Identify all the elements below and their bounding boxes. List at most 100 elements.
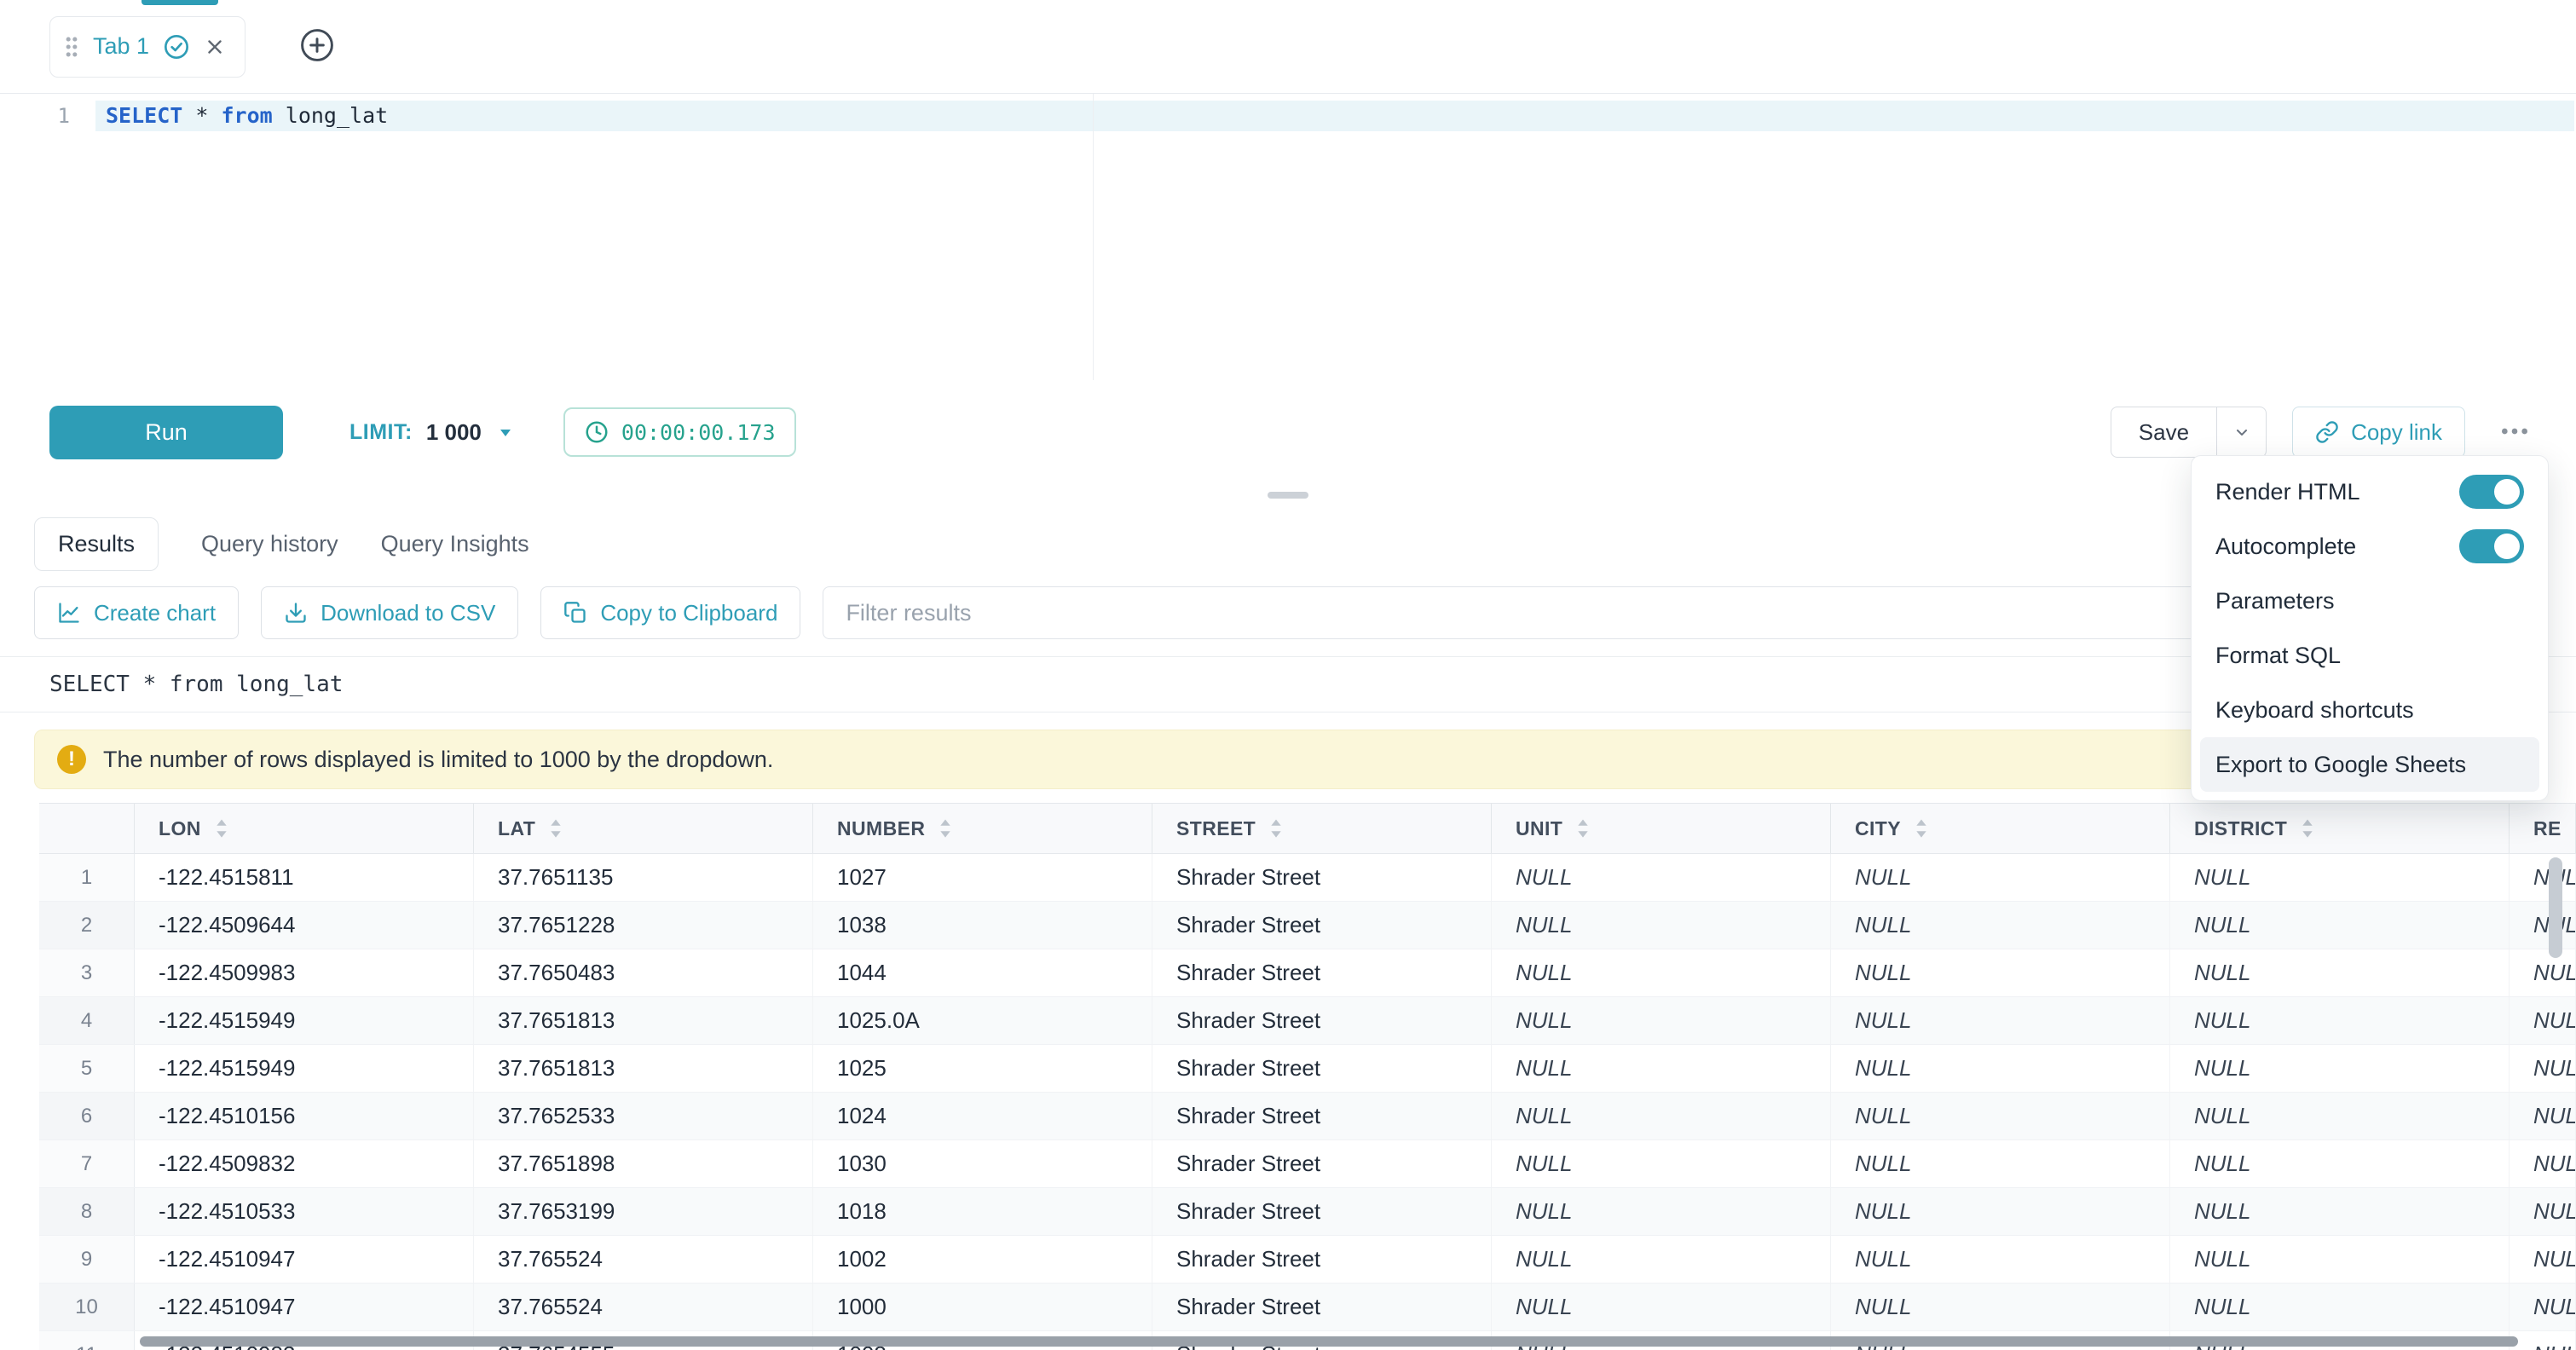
column-header-label: CITY: [1855, 817, 1901, 840]
editor-tab-1[interactable]: Tab 1: [49, 16, 245, 78]
table-cell: NULL: [2170, 1236, 2510, 1283]
column-header-lat[interactable]: LAT: [474, 804, 813, 853]
table-cell: Shrader Street: [1152, 902, 1492, 949]
column-header-lon[interactable]: LON: [135, 804, 474, 853]
column-header-number[interactable]: NUMBER: [813, 804, 1152, 853]
menu-item-label: Keyboard shortcuts: [2215, 697, 2414, 724]
table-row[interactable]: 4-122.451594937.76518131025.0AShrader St…: [39, 997, 2576, 1045]
copy-clipboard-button[interactable]: Copy to Clipboard: [540, 586, 800, 639]
table-cell: NULL: [2170, 902, 2510, 949]
download-csv-button[interactable]: Download to CSV: [261, 586, 518, 639]
menu-item-format-sql[interactable]: Format SQL: [2200, 628, 2539, 683]
menu-item-autocomplete[interactable]: Autocomplete: [2200, 519, 2539, 574]
save-options-button[interactable]: [2217, 407, 2267, 458]
more-options-button[interactable]: [2498, 414, 2532, 451]
table-row[interactable]: 10-122.451094737.7655241000Shrader Stree…: [39, 1284, 2576, 1331]
table-cell: 37.7653199: [474, 1188, 813, 1235]
column-header-re[interactable]: RE: [2510, 804, 2576, 853]
table-cell: Shrader Street: [1152, 1284, 1492, 1330]
table-row[interactable]: 7-122.450983237.76518981030Shrader Stree…: [39, 1140, 2576, 1188]
table-cell: NULL: [2170, 1045, 2510, 1092]
splitter-drag-handle[interactable]: [1268, 492, 1308, 499]
table-cell: NULL: [1831, 902, 2170, 949]
column-header-unit[interactable]: UNIT: [1492, 804, 1831, 853]
table-row[interactable]: 1-122.451581137.76511351027Shrader Stree…: [39, 854, 2576, 902]
table-row[interactable]: 8-122.451053337.76531991018Shrader Stree…: [39, 1188, 2576, 1236]
menu-item-render-html[interactable]: Render HTML: [2200, 464, 2539, 519]
table-cell: NULL: [2510, 902, 2576, 949]
close-tab-icon[interactable]: [204, 36, 226, 58]
table-row[interactable]: 9-122.451094737.7655241002Shrader Street…: [39, 1236, 2576, 1284]
column-header-label: DISTRICT: [2194, 817, 2287, 840]
warning-icon: !: [57, 745, 86, 774]
column-header-street[interactable]: STREET: [1152, 804, 1492, 853]
table-cell: 1044: [813, 949, 1152, 996]
sort-icon[interactable]: [213, 817, 230, 839]
table-cell: NULL: [2170, 1093, 2510, 1139]
menu-item-parameters[interactable]: Parameters: [2200, 574, 2539, 628]
column-header-district[interactable]: DISTRICT: [2170, 804, 2510, 853]
link-icon: [2315, 420, 2339, 444]
drag-handle-icon: [64, 35, 79, 59]
executed-query-bar: SELECT * from long_lat: [0, 656, 2576, 712]
run-button[interactable]: Run: [49, 406, 283, 459]
table-cell: Shrader Street: [1152, 1140, 1492, 1187]
table-cell: NULL: [1492, 949, 1831, 996]
table-row[interactable]: 3-122.450998337.76504831044Shrader Stree…: [39, 949, 2576, 997]
table-header-row: LON LATNUMBERSTREETUNIT CITY DISTRICT RE: [39, 803, 2576, 854]
timer-value: 00:00:00.173: [621, 420, 776, 445]
tab-results[interactable]: Results: [34, 517, 159, 571]
panel-splitter: [0, 484, 2576, 506]
table-cell: 1002: [813, 1236, 1152, 1283]
horizontal-scrollbar-thumb[interactable]: [140, 1336, 2518, 1347]
sort-icon[interactable]: [937, 817, 954, 839]
copy-link-button[interactable]: Copy link: [2292, 407, 2465, 458]
copy-clipboard-label: Copy to Clipboard: [600, 600, 777, 626]
line-number: 1: [58, 104, 70, 128]
table-cell: 37.7651135: [474, 854, 813, 901]
table-row[interactable]: 5-122.451594937.76518131025Shrader Stree…: [39, 1045, 2576, 1093]
table-cell: 37.7651898: [474, 1140, 813, 1187]
check-circle-icon: [163, 33, 190, 61]
toggle-switch[interactable]: [2459, 475, 2524, 509]
vertical-scrollbar-thumb[interactable]: [2549, 857, 2562, 958]
results-tab-bar: Results Query history Query Insights: [0, 506, 2576, 573]
sort-icon[interactable]: [1268, 817, 1285, 839]
editor-pane-divider: [1093, 94, 1094, 380]
menu-item-keyboard-shortcuts[interactable]: Keyboard shortcuts: [2200, 683, 2539, 737]
table-cell: Shrader Street: [1152, 1093, 1492, 1139]
menu-item-export-to-google-sheets[interactable]: Export to Google Sheets: [2200, 737, 2539, 792]
table-cell: NULL: [2510, 1140, 2576, 1187]
create-chart-button[interactable]: Create chart: [34, 586, 239, 639]
table-cell: NULL: [1831, 1284, 2170, 1330]
table-cell: -122.4510533: [135, 1188, 474, 1235]
table-cell: 37.7650483: [474, 949, 813, 996]
table-row[interactable]: 6-122.451015637.76525331024Shrader Stree…: [39, 1093, 2576, 1140]
sort-icon[interactable]: [2299, 817, 2316, 839]
limit-label: LIMIT:: [349, 420, 413, 445]
limit-dropdown[interactable]: LIMIT: 1 000: [349, 419, 516, 446]
table-row[interactable]: 2-122.450964437.76512281038Shrader Stree…: [39, 902, 2576, 949]
table-cell: Shrader Street: [1152, 1045, 1492, 1092]
column-header-city[interactable]: CITY: [1831, 804, 2170, 853]
sort-icon[interactable]: [1574, 817, 1591, 839]
tab-query-insights[interactable]: Query Insights: [381, 531, 529, 557]
sort-icon[interactable]: [1913, 817, 1930, 839]
sql-editor[interactable]: 1 SELECT * from long_lat: [0, 94, 2576, 380]
column-header-label: LON: [159, 817, 201, 840]
chevron-down-icon: [495, 422, 516, 442]
editor-gutter: 1: [0, 94, 95, 380]
row-number: 8: [39, 1188, 135, 1235]
table-cell: NULL: [2170, 997, 2510, 1044]
add-tab-button[interactable]: [298, 26, 336, 66]
menu-item-label: Parameters: [2215, 588, 2335, 614]
sql-studio-app: Tab 1 1 SELECT * from long_lat Run LIMIT…: [0, 0, 2576, 1350]
sort-icon[interactable]: [547, 817, 564, 839]
table-cell: NULL: [2510, 1045, 2576, 1092]
save-button[interactable]: Save: [2111, 407, 2217, 458]
tab-query-history[interactable]: Query history: [201, 531, 338, 557]
toggle-switch[interactable]: [2459, 529, 2524, 563]
table-cell: 1018: [813, 1188, 1152, 1235]
query-toolbar: Run LIMIT: 1 000 00:00:00.173 Save: [0, 380, 2576, 484]
table-cell: NULL: [1492, 1284, 1831, 1330]
